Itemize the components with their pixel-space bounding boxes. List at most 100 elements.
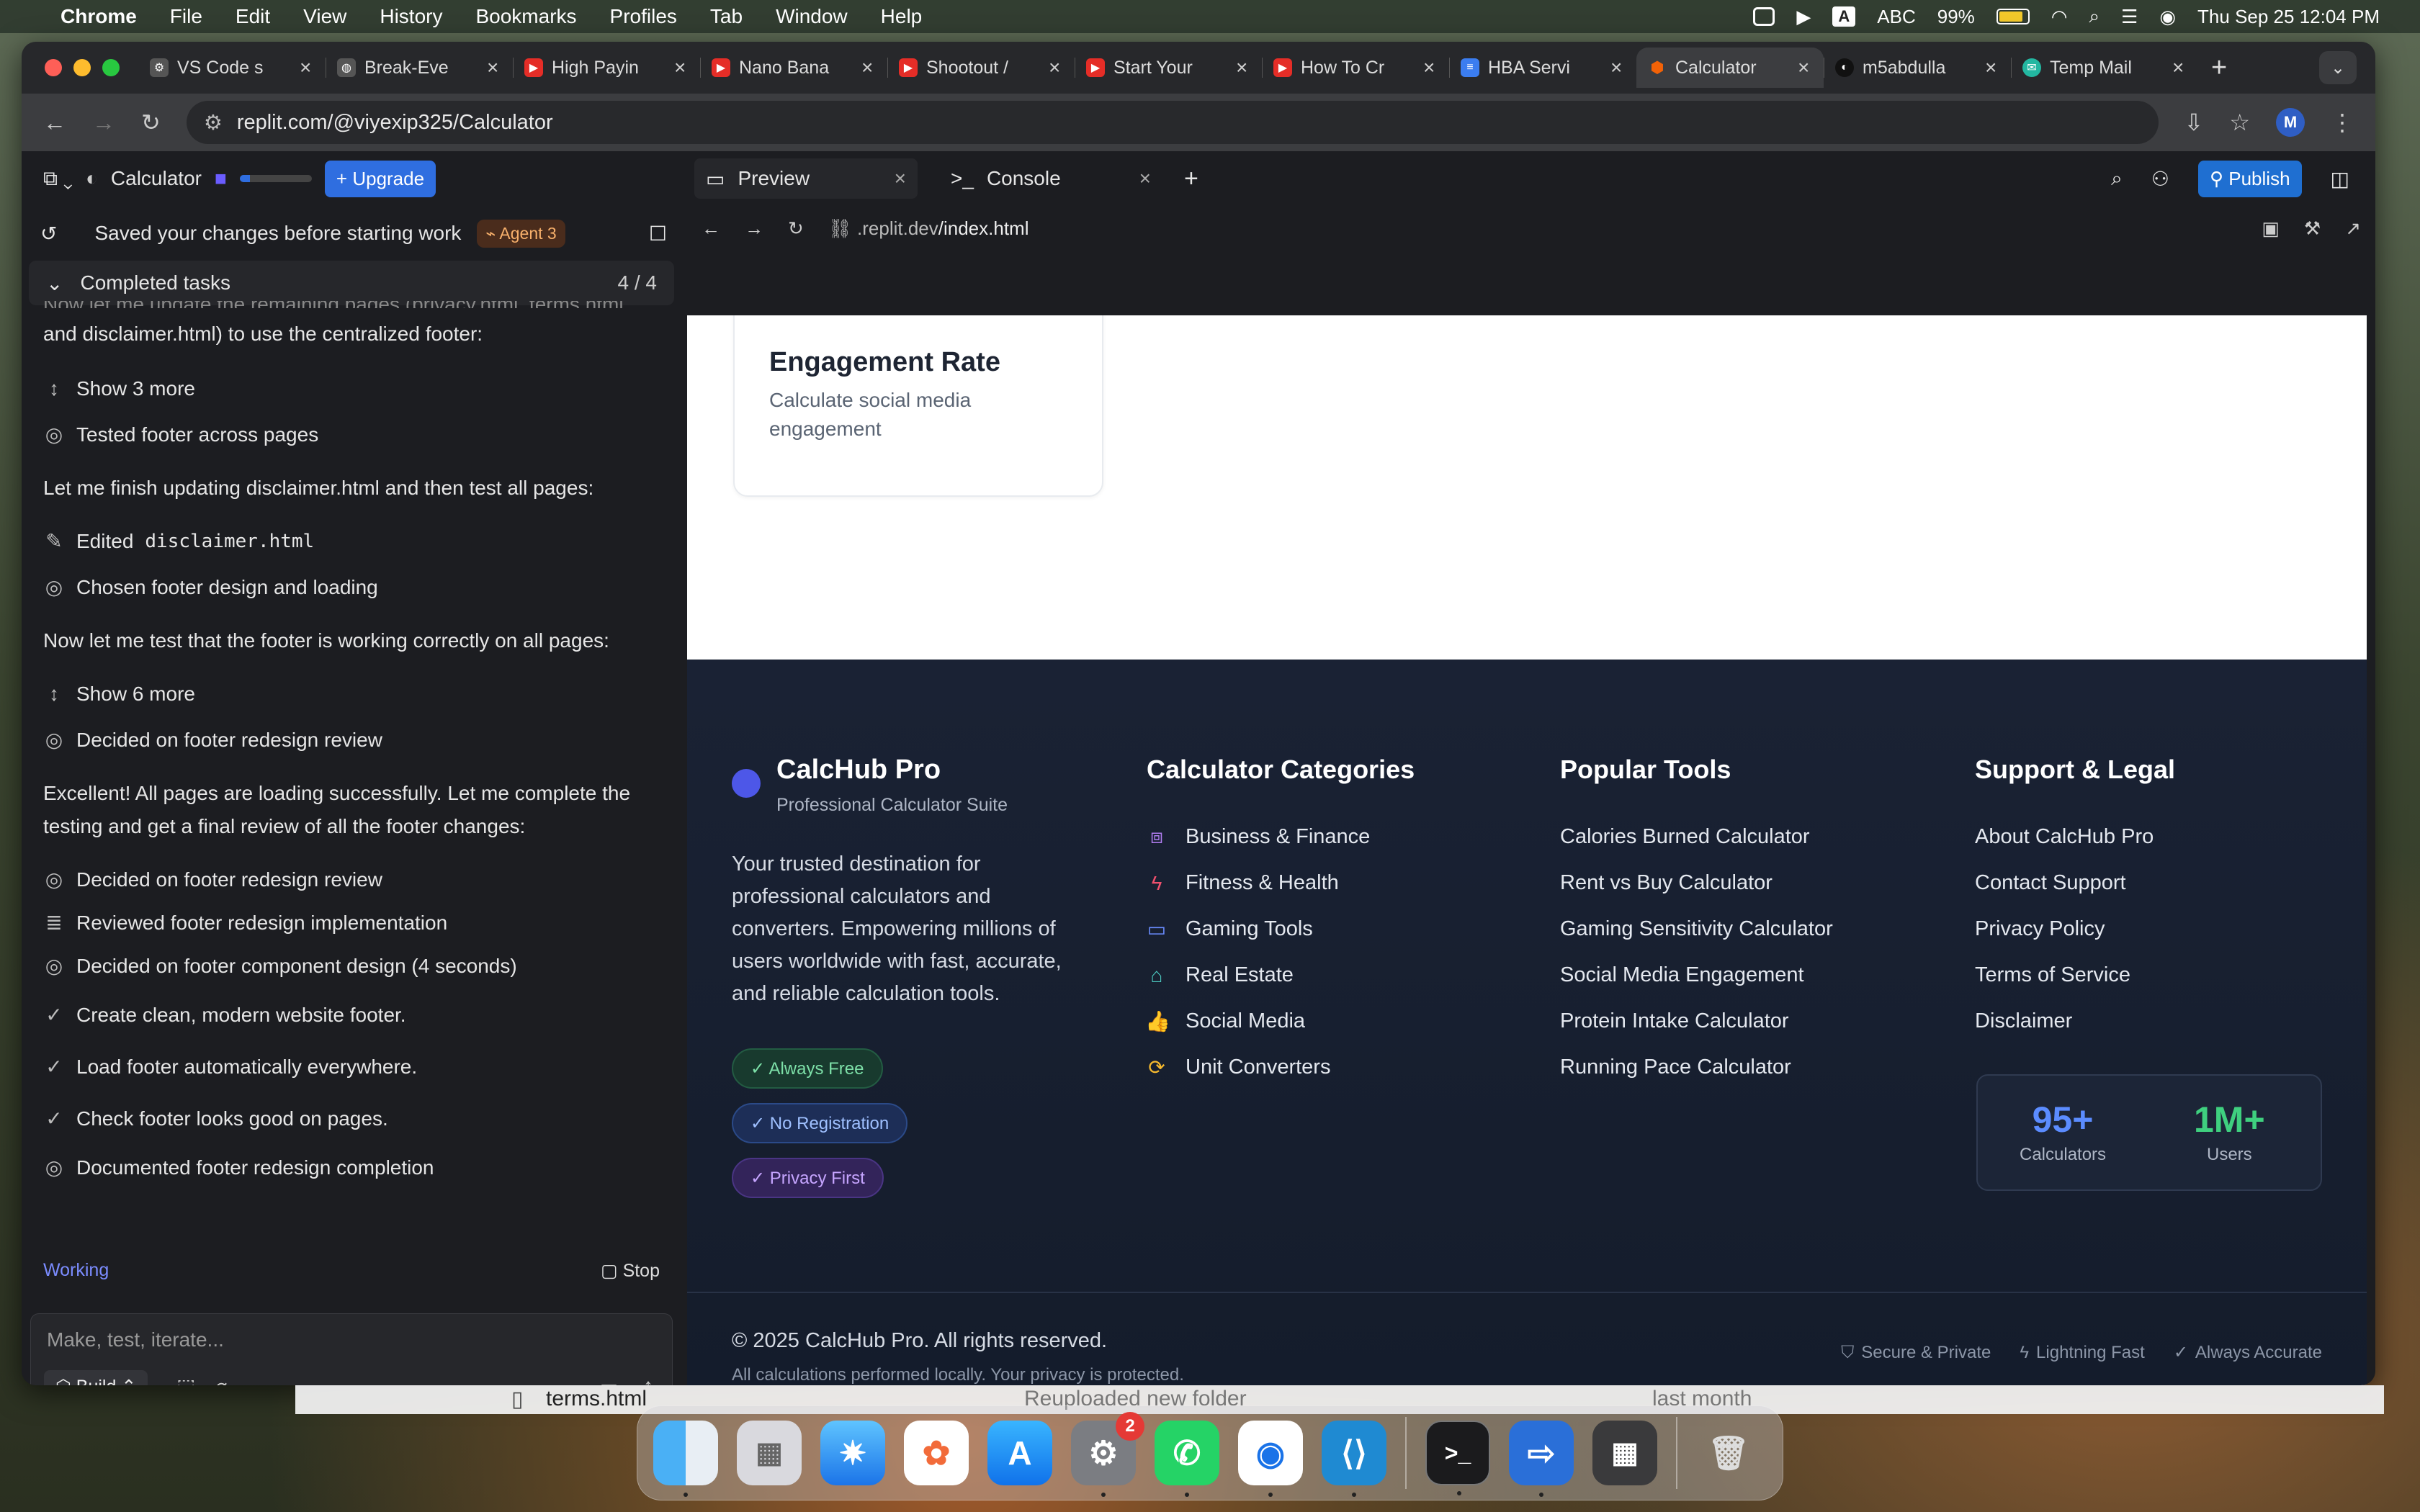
reload-icon[interactable]: ↻	[141, 109, 161, 136]
chat-action[interactable]: ◎ Chosen footer design and loading	[43, 572, 378, 604]
tab-preview[interactable]: ▭ Preview ×	[694, 158, 918, 199]
site-info-icon[interactable]: ⚙	[204, 110, 223, 135]
support-link[interactable]: About CalcHub Pro	[1975, 825, 2154, 849]
tab-console[interactable]: >_ Console ×	[939, 158, 1162, 199]
forward-icon[interactable]: →	[92, 109, 115, 136]
project-name[interactable]: Calculator	[111, 167, 202, 190]
category-link-business[interactable]: ⧈ Business & Finance	[1145, 825, 1370, 849]
popular-link[interactable]: Calories Burned Calculator	[1560, 825, 1810, 849]
migration-icon[interactable]: ⇨	[1509, 1421, 1574, 1497]
menu-profiles[interactable]: Profiles	[610, 5, 677, 28]
browser-tab[interactable]: ✉ Temp Mail ×	[2011, 48, 2198, 88]
new-tab-button[interactable]: +	[2211, 53, 2227, 84]
chrome-menu-icon[interactable]: ⋮	[2331, 109, 2354, 136]
chat-action[interactable]: ◎ Decided on footer redesign review	[43, 864, 382, 896]
forward-icon[interactable]: →	[745, 217, 763, 240]
launchpad-icon[interactable]: ▦	[737, 1421, 802, 1485]
control-center-icon[interactable]: ☰	[2121, 6, 2138, 28]
calculator-icon[interactable]: ▦	[1592, 1421, 1657, 1485]
preview-url[interactable]: ⛓ .replit.dev/index.html	[828, 217, 1029, 240]
chat-action[interactable]: ◎ Documented footer redesign completion	[43, 1152, 434, 1184]
workspace-menu-icon[interactable]: ⧉ ⌄	[43, 167, 73, 191]
menu-view[interactable]: View	[303, 5, 346, 28]
close-tab-icon[interactable]: ×	[1985, 56, 1999, 79]
menu-window[interactable]: Window	[776, 5, 848, 28]
finder-filename[interactable]: terms.html	[546, 1387, 647, 1411]
screen-share-icon[interactable]	[1753, 7, 1775, 26]
close-tab-icon[interactable]: ×	[1139, 167, 1151, 190]
browser-tab[interactable]: ◐ m5abdulla ×	[1824, 48, 2011, 88]
back-icon[interactable]: ←	[43, 109, 66, 136]
input-source-icon[interactable]: A	[1832, 6, 1856, 27]
popular-link[interactable]: Rent vs Buy Calculator	[1560, 871, 1773, 895]
close-tab-icon[interactable]: ×	[674, 56, 689, 79]
finder-icon[interactable]	[653, 1421, 718, 1497]
chat-action[interactable]: ◎ Decided on footer redesign review	[43, 724, 382, 757]
minimize-window-button[interactable]	[73, 59, 91, 76]
agent-input[interactable]: Make, test, iterate... ⬡ Build ⌃ ⬚ ⌀ ⚌ ↑	[30, 1313, 673, 1385]
support-link[interactable]: Terms of Service	[1975, 963, 2130, 987]
install-app-icon[interactable]: ⇩	[2184, 109, 2204, 136]
completed-tasks-toggle[interactable]: ⌄ Completed tasks 4 / 4	[29, 261, 674, 305]
support-link[interactable]: Privacy Policy	[1975, 917, 2105, 941]
popular-link[interactable]: Running Pace Calculator	[1560, 1056, 1791, 1079]
category-link-gaming[interactable]: ▭ Gaming Tools	[1145, 917, 1313, 941]
close-window-button[interactable]	[45, 59, 62, 76]
photos-icon[interactable]: ✿	[904, 1421, 969, 1485]
publish-button[interactable]: ⚲ Publish	[2197, 160, 2302, 197]
system-settings-icon[interactable]: ⚙ 2	[1071, 1412, 1144, 1497]
menu-history[interactable]: History	[380, 5, 442, 28]
select-element-icon[interactable]: ⬚	[176, 1374, 195, 1385]
menu-datetime[interactable]: Thu Sep 25 12:04 PM	[2197, 6, 2380, 28]
brand-name[interactable]: CalcHub Pro	[776, 755, 941, 786]
browser-tab[interactable]: ▶ How To Cr ×	[1262, 48, 1449, 88]
add-tab-icon[interactable]: +	[1184, 165, 1198, 193]
open-new-tab-icon[interactable]: ↗	[2345, 217, 2361, 240]
close-tab-icon[interactable]: ×	[2172, 56, 2187, 79]
popular-link[interactable]: Protein Intake Calculator	[1560, 1009, 1789, 1033]
new-chat-icon[interactable]: ☐	[649, 222, 667, 246]
wifi-icon[interactable]: ◠	[2051, 6, 2068, 28]
trash-icon[interactable]: 🗑	[1696, 1421, 1761, 1485]
browser-tab[interactable]: ◍ Break-Eve ×	[326, 48, 513, 88]
chrome-icon[interactable]: ◉	[1238, 1421, 1303, 1497]
build-mode-button[interactable]: ⬡ Build ⌃	[44, 1370, 148, 1385]
show-more-button[interactable]: ↕ Show 3 more	[43, 373, 195, 405]
browser-tab[interactable]: ▶ Start Your ×	[1075, 48, 1262, 88]
send-arrow-icon[interactable]: ↑	[643, 1374, 653, 1385]
close-tab-icon[interactable]: ×	[1423, 56, 1438, 79]
close-tab-icon[interactable]: ×	[895, 167, 906, 190]
zoom-window-button[interactable]	[102, 59, 120, 76]
terminal-icon[interactable]: >_	[1425, 1421, 1490, 1495]
close-tab-icon[interactable]: ×	[1798, 56, 1812, 79]
devtools-icon[interactable]: ⚒	[2304, 217, 2321, 240]
menu-tab[interactable]: Tab	[710, 5, 743, 28]
close-tab-icon[interactable]: ×	[861, 56, 876, 79]
upgrade-button[interactable]: + Upgrade	[324, 160, 436, 197]
history-icon[interactable]: ↺	[40, 222, 57, 246]
safari-icon[interactable]: ✷	[820, 1421, 885, 1485]
menu-file[interactable]: File	[170, 5, 202, 28]
battery-icon[interactable]	[1996, 9, 2030, 24]
menu-edit[interactable]: Edit	[236, 5, 270, 28]
settings-sliders-icon[interactable]: ⚌	[600, 1374, 618, 1385]
browser-tab[interactable]: ▶ High Payin ×	[513, 48, 700, 88]
attach-icon[interactable]: ⌀	[215, 1374, 228, 1385]
menu-app-name[interactable]: Chrome	[60, 5, 137, 28]
menu-help[interactable]: Help	[881, 5, 923, 28]
chat-action[interactable]: ◎ Tested footer across pages	[43, 419, 318, 451]
category-link-converters[interactable]: ⟳ Unit Converters	[1145, 1056, 1330, 1079]
app-store-icon[interactable]: A	[987, 1421, 1052, 1485]
vscode-icon[interactable]: ⟨⟩	[1322, 1421, 1386, 1497]
input-source-label[interactable]: ABC	[1877, 6, 1915, 28]
support-link[interactable]: Contact Support	[1975, 871, 2126, 895]
stop-button[interactable]: ▢ Stop	[601, 1260, 660, 1282]
whatsapp-icon[interactable]: ✆	[1155, 1421, 1219, 1497]
close-tab-icon[interactable]: ×	[1236, 56, 1250, 79]
address-bar[interactable]: ⚙ replit.com/@viyexip325/Calculator	[186, 101, 2159, 144]
siri-icon[interactable]: ◉	[2159, 6, 2176, 28]
invite-icon[interactable]: ⚇	[2151, 167, 2169, 191]
search-icon[interactable]: ⌕	[2089, 5, 2099, 28]
browser-tab[interactable]: ▶ Shootout / ×	[887, 48, 1075, 88]
category-link-fitness[interactable]: ϟ Fitness & Health	[1145, 871, 1339, 895]
